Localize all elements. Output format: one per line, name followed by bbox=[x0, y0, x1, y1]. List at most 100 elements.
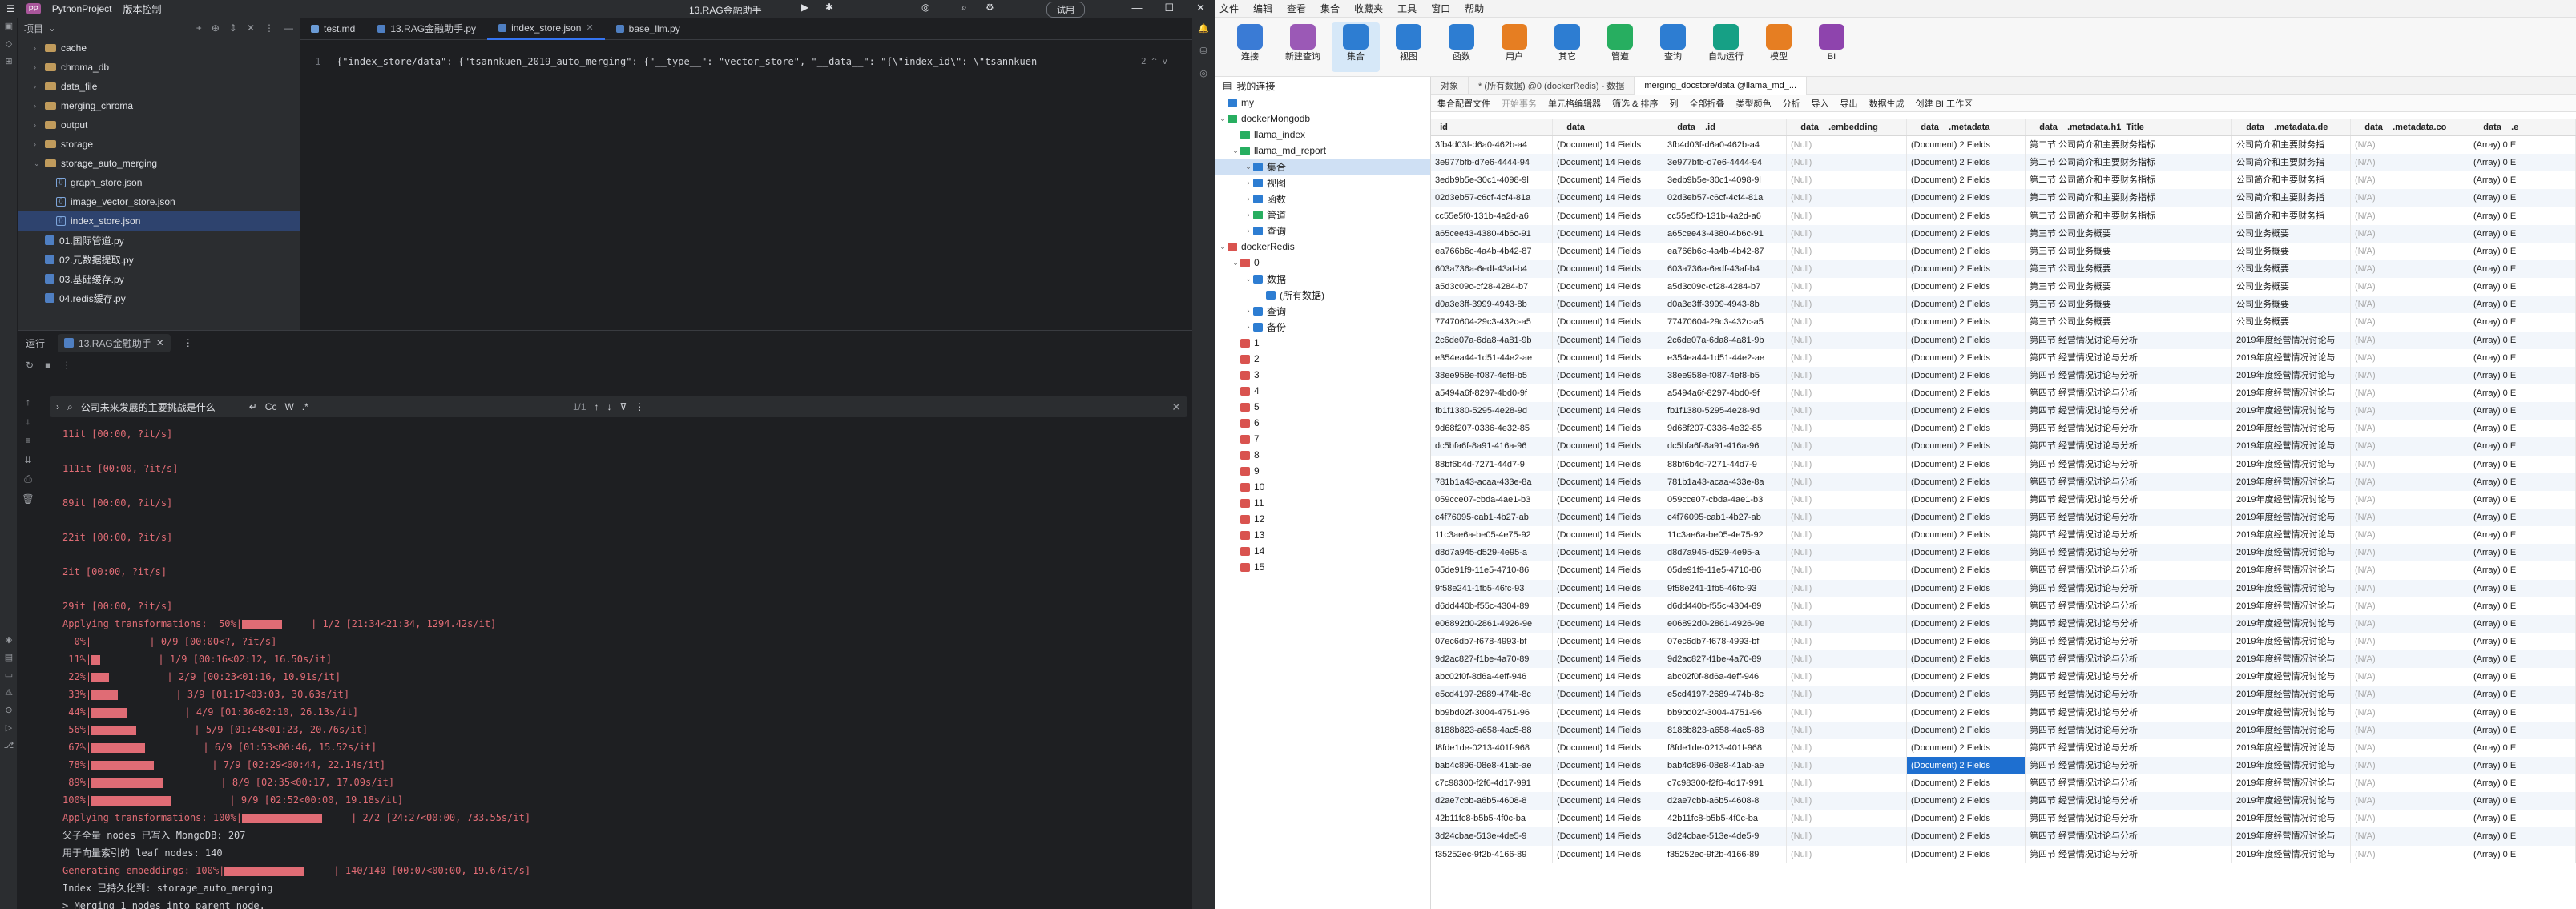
table-cell[interactable]: bab4c896-08e8-41ab-ae bbox=[1431, 756, 1553, 775]
table-cell[interactable]: (Document) 14 Fields bbox=[1553, 420, 1663, 438]
table-cell[interactable]: c7c98300-f2f6-4d17-991 bbox=[1431, 774, 1553, 793]
table-row[interactable]: d6dd440b-f55c-4304-89 (Document) 14 Field… bbox=[1431, 597, 2576, 615]
table-cell[interactable]: 2019年度经营情况讨论与 bbox=[2232, 827, 2351, 846]
table-cell[interactable]: (Null) bbox=[1787, 827, 1907, 846]
table-cell[interactable]: 05de91f9-11e5-4710-86 bbox=[1663, 561, 1787, 580]
table-cell[interactable]: (Array) 0 E bbox=[2469, 348, 2576, 367]
table-cell[interactable]: (N/A) bbox=[2351, 756, 2469, 775]
table-cell[interactable]: (N/A) bbox=[2351, 331, 2469, 349]
table-row[interactable]: a65cee43-4380-4b6c-91 (Document) 14 Field… bbox=[1431, 224, 2576, 243]
table-cell[interactable]: (N/A) bbox=[2351, 668, 2469, 686]
problems-icon[interactable]: ⚠ bbox=[0, 684, 18, 702]
table-cell[interactable]: (Array) 0 E bbox=[2469, 845, 2576, 863]
notifications-icon[interactable]: 🔔 bbox=[1192, 18, 1215, 40]
table-cell[interactable]: (Null) bbox=[1787, 756, 1907, 775]
table-row[interactable]: 059cce07-cbda-4ae1-b3 (Document) 14 Field… bbox=[1431, 490, 2576, 509]
table-cell[interactable]: 603a736a-6edf-43af-b4 bbox=[1431, 259, 1553, 279]
table-cell[interactable]: (Array) 0 E bbox=[2469, 313, 2576, 332]
table-cell[interactable]: 2019年度经营情况讨论与 bbox=[2232, 348, 2351, 367]
prev-match-icon[interactable]: ↑ bbox=[595, 401, 599, 412]
menu-item[interactable]: 编辑 bbox=[1253, 2, 1272, 15]
table-cell[interactable]: (N/A) bbox=[2351, 827, 2469, 846]
table-cell[interactable]: (Document) 14 Fields bbox=[1553, 402, 1663, 420]
table-cell[interactable]: (N/A) bbox=[2351, 242, 2469, 260]
table-cell[interactable]: 3edb9b5e-30c1-4098-9l bbox=[1663, 171, 1787, 190]
table-cell[interactable]: 603a736a-6edf-43af-b4 bbox=[1663, 259, 1787, 279]
tree-item[interactable]: › chroma_db bbox=[18, 58, 300, 77]
table-cell[interactable]: 9d68f207-0336-4e32-85 bbox=[1663, 420, 1787, 438]
chevron-right-icon[interactable]: › bbox=[1244, 307, 1253, 315]
table-cell[interactable]: 第二节 公司简介和主要财务指标 bbox=[2026, 189, 2232, 207]
table-cell[interactable]: 9d2ac827-f1be-4a70-89 bbox=[1431, 650, 1553, 669]
table-cell[interactable]: 059cce07-cbda-4ae1-b3 bbox=[1663, 490, 1787, 509]
table-cell[interactable]: (Array) 0 E bbox=[2469, 774, 2576, 793]
table-cell[interactable]: (Array) 0 E bbox=[2469, 792, 2576, 810]
editor-tab[interactable]: test.md bbox=[300, 18, 366, 40]
connection-tree-item[interactable]: 4 bbox=[1215, 383, 1430, 399]
table-row[interactable]: 3e977bfb-d7e6-4444-94 (Document) 14 Field… bbox=[1431, 154, 2576, 172]
table-cell[interactable]: 第四节 经营情况讨论与分析 bbox=[2026, 721, 2232, 739]
grid-toolbar-button[interactable]: 数据生成 bbox=[1869, 97, 1904, 110]
table-cell[interactable]: (N/A) bbox=[2351, 650, 2469, 669]
table-cell[interactable]: (Array) 0 E bbox=[2469, 810, 2576, 828]
connection-tree-item[interactable]: › 函数 bbox=[1215, 191, 1430, 207]
table-cell[interactable]: (Document) 14 Fields bbox=[1553, 490, 1663, 509]
grid-toolbar-button[interactable]: 集合配置文件 bbox=[1437, 97, 1490, 110]
table-cell[interactable]: (Array) 0 E bbox=[2469, 437, 2576, 456]
table-cell[interactable]: (Document) 14 Fields bbox=[1553, 348, 1663, 367]
table-cell[interactable]: (N/A) bbox=[2351, 508, 2469, 527]
table-cell[interactable]: 第三节 公司业务概要 bbox=[2026, 259, 2232, 279]
table-cell[interactable]: (N/A) bbox=[2351, 792, 2469, 810]
table-cell[interactable]: 2019年度经营情况讨论与 bbox=[2232, 703, 2351, 722]
expand-search-icon[interactable]: › bbox=[56, 401, 59, 412]
table-cell[interactable]: (Document) 2 Fields bbox=[1907, 845, 2026, 863]
database-icon[interactable]: ⛁ bbox=[1192, 40, 1215, 62]
table-cell[interactable]: (N/A) bbox=[2351, 810, 2469, 828]
table-cell[interactable]: 2019年度经营情况讨论与 bbox=[2232, 810, 2351, 828]
table-cell[interactable]: (Document) 14 Fields bbox=[1553, 171, 1663, 190]
table-cell[interactable]: (Document) 2 Fields bbox=[1907, 810, 2026, 828]
table-cell[interactable]: 第二节 公司简介和主要财务指标 bbox=[2026, 171, 2232, 190]
table-row[interactable]: d2ae7cbb-a6b5-4608-8 (Document) 14 Fields… bbox=[1431, 792, 2576, 810]
tree-item[interactable]: › storage bbox=[18, 135, 300, 154]
chevron-down-icon[interactable]: ⌄ bbox=[1244, 163, 1253, 171]
expand-icon[interactable]: ⇕ bbox=[229, 22, 237, 34]
table-cell[interactable]: d0a3e3ff-3999-4943-8b bbox=[1431, 296, 1553, 314]
table-cell[interactable]: (N/A) bbox=[2351, 632, 2469, 651]
table-cell[interactable]: (Document) 2 Fields bbox=[1907, 366, 2026, 384]
table-cell[interactable]: (N/A) bbox=[2351, 259, 2469, 279]
table-cell[interactable]: 781b1a43-acaa-433e-8a bbox=[1663, 473, 1787, 491]
table-row[interactable]: 05de91f9-11e5-4710-86 (Document) 14 Field… bbox=[1431, 561, 2576, 580]
table-cell[interactable]: 公司业务概要 bbox=[2232, 259, 2351, 279]
scroll-to-end-icon[interactable]: ⇊ bbox=[24, 454, 32, 465]
table-cell[interactable]: 2019年度经营情况讨论与 bbox=[2232, 544, 2351, 562]
table-row[interactable]: c7c98300-f2f6-4d17-991 (Document) 14 Fiel… bbox=[1431, 774, 2576, 793]
table-cell[interactable]: (Document) 14 Fields bbox=[1553, 668, 1663, 686]
chevron-right-icon[interactable]: › bbox=[1244, 195, 1253, 203]
search-icon[interactable]: ⌕ bbox=[961, 2, 967, 14]
table-cell[interactable]: (Document) 2 Fields bbox=[1907, 597, 2026, 615]
table-cell[interactable]: 第四节 经营情况讨论与分析 bbox=[2026, 614, 2232, 633]
table-row[interactable]: bab4c896-08e8-41ab-ae (Document) 14 Field… bbox=[1431, 756, 2576, 775]
table-cell[interactable]: (Document) 2 Fields bbox=[1907, 154, 2026, 172]
table-cell[interactable]: abc02f0f-8d6a-4eff-946 bbox=[1663, 668, 1787, 686]
table-row[interactable]: a5d3c09c-cf28-4284-b7 (Document) 14 Field… bbox=[1431, 278, 2576, 296]
table-cell[interactable]: (N/A) bbox=[2351, 313, 2469, 332]
editor-tab[interactable]: index_store.json ✕ bbox=[487, 18, 605, 40]
table-cell[interactable]: c7c98300-f2f6-4d17-991 bbox=[1663, 774, 1787, 793]
table-cell[interactable]: f8fde1de-0213-401f-968 bbox=[1663, 738, 1787, 757]
table-cell[interactable]: 2019年度经营情况讨论与 bbox=[2232, 632, 2351, 651]
table-cell[interactable]: (Document) 14 Fields bbox=[1553, 296, 1663, 314]
run-config-tab[interactable]: 13.RAG金融助手 ✕ bbox=[58, 333, 171, 352]
whole-word-icon[interactable]: W bbox=[284, 401, 293, 412]
connection-tree-item[interactable]: 15 bbox=[1215, 559, 1430, 575]
table-cell[interactable]: 第四节 经营情况讨论与分析 bbox=[2026, 792, 2232, 810]
ribbon-button[interactable]: 模型 bbox=[1755, 22, 1803, 72]
table-cell[interactable]: 38ee958e-f087-4ef8-b5 bbox=[1431, 366, 1553, 384]
table-cell[interactable]: (Null) bbox=[1787, 792, 1907, 810]
more-options-icon[interactable]: ⋮ bbox=[183, 337, 193, 348]
table-cell[interactable]: 11c3ae6a-be05-4e75-92 bbox=[1431, 526, 1553, 545]
add-icon[interactable]: + bbox=[196, 22, 202, 34]
table-cell[interactable]: 3d24cbae-513e-4de5-9 bbox=[1663, 827, 1787, 846]
table-cell[interactable]: (Array) 0 E bbox=[2469, 189, 2576, 207]
